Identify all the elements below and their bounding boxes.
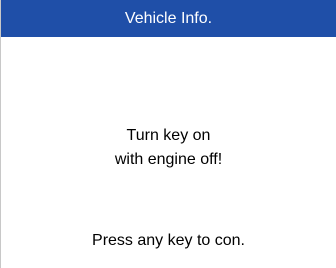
title-bar: Vehicle Info. bbox=[1, 0, 336, 37]
vehicle-info-screen: Vehicle Info. Turn key on with engine of… bbox=[0, 0, 336, 268]
instruction-line-1: Turn key on bbox=[126, 127, 211, 144]
instruction-line-2: with engine off! bbox=[114, 151, 223, 168]
continue-prompt: Press any key to con. bbox=[92, 232, 245, 249]
instruction-message: Turn key on with engine off! bbox=[1, 124, 336, 172]
screen-title: Vehicle Info. bbox=[124, 10, 213, 27]
